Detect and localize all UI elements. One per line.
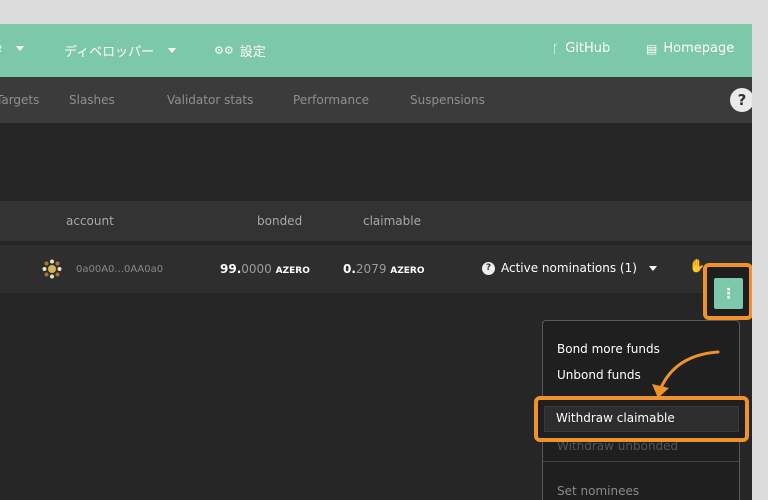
nav-github-link[interactable]: ᚴ GitHub [552,41,610,56]
table-row: 0a00A0...0AA0a0 99.0000 AZERO 0.2079 AZE… [0,244,752,293]
top-navbar: e ディベロッパー ⚙⚙ 設定 ᚴ GitHub ▤ Homepage [0,24,752,77]
menu-item-set-nominees[interactable]: Set nominees [557,484,639,498]
tab-slashes[interactable]: Slashes [69,93,115,107]
tab-suspensions[interactable]: Suspensions [410,93,485,107]
identicon-avatar [42,259,62,279]
column-header-bonded: bonded [257,214,303,228]
branch-icon: ᚴ [552,41,560,56]
nav-developer-label: ディベロッパー [64,45,155,60]
question-icon: ? [482,261,495,275]
chevron-down-icon [168,48,177,53]
app-window: e ディベロッパー ⚙⚙ 設定 ᚴ GitHub ▤ Homepage Targ… [0,24,752,500]
nav-developer-menu[interactable]: ディベロッパー [64,41,177,60]
account-address[interactable]: 0a00A0...0AA0a0 [76,264,163,275]
claimable-integer: 0. [343,262,356,276]
chevron-down-icon [16,46,24,51]
gears-icon: ⚙⚙ [214,44,234,57]
menu-divider [543,461,739,462]
menu-item-withdraw-claimable[interactable]: Withdraw claimable [556,411,675,425]
tab-validator-stats[interactable]: Validator stats [167,93,253,107]
column-header-account: account [66,214,114,228]
bonded-unit: AZERO [275,266,310,276]
nav-homepage-link[interactable]: ▤ Homepage [646,41,734,56]
book-icon: ▤ [646,41,658,56]
nav-more-label: e [0,41,2,56]
chevron-down-icon [648,265,657,271]
actions-menu-button[interactable]: ⋮ [714,278,743,309]
sub-navbar: Targets Slashes Validator stats Performa… [0,77,752,123]
nav-settings-link[interactable]: ⚙⚙ 設定 [214,41,266,60]
tab-performance[interactable]: Performance [293,93,369,107]
nav-homepage-label: Homepage [663,41,735,56]
nav-more-menu[interactable]: e [0,41,24,56]
help-button[interactable]: ? [730,88,752,112]
column-header-claimable: claimable [363,214,421,228]
pointer-arrow-icon [652,350,720,398]
nominations-label: Active nominations (1) [501,261,637,275]
bonded-amount: 99.0000 AZERO [220,262,310,276]
claimable-amount: 0.2079 AZERO [343,262,425,276]
nav-github-label: GitHub [565,41,611,56]
bonded-decimal: 0000 [241,262,272,276]
withdraw-claimable-highlight: Withdraw claimable [534,396,749,442]
claimable-unit: AZERO [390,266,425,276]
table-header: account bonded claimable [0,201,752,241]
active-nominations-dropdown[interactable]: ? Active nominations (1) [482,261,657,275]
nav-settings-label: 設定 [239,45,266,60]
claimable-decimal: 2079 [355,262,387,276]
menu-item-unbond-funds[interactable]: Unbond funds [557,368,641,382]
tab-targets[interactable]: Targets [0,93,39,107]
bonded-integer: 99. [220,262,242,276]
